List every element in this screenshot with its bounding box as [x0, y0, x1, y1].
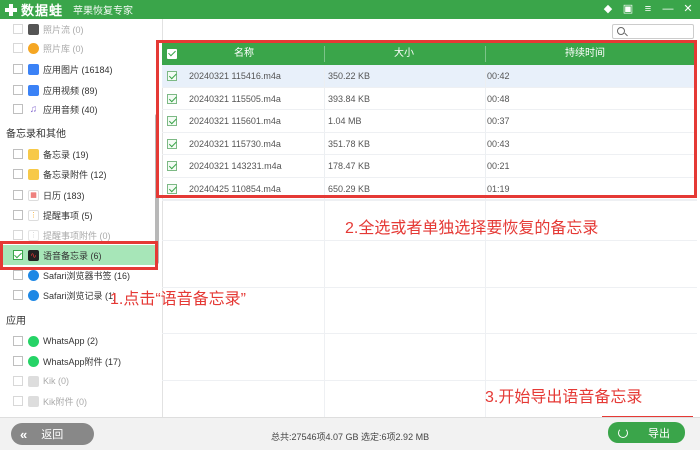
export-refresh-icon	[618, 427, 628, 438]
sidebar-item-label: WhatsApp (2)	[43, 336, 99, 346]
category-sidebar: 照片流 (0) 照片库 (0) 应用图片 (16184) 应用视频 (89) ♫…	[0, 19, 163, 417]
checkbox[interactable]	[13, 396, 23, 406]
checkbox[interactable]	[13, 336, 23, 346]
grid-line	[162, 200, 697, 201]
checkbox[interactable]	[13, 43, 23, 53]
app-window: 数据蛙 苹果恢复专家 ◆ ▣ ≡ — ✕ 照片流 (0) 照片库 (0) 应用图…	[0, 0, 700, 450]
sidebar-item-label: 照片库 (0)	[43, 43, 84, 54]
sidebar-item-label: 照片流 (0)	[43, 24, 84, 35]
checkbox[interactable]	[13, 270, 23, 280]
checkbox[interactable]	[13, 104, 23, 114]
grid-line	[162, 380, 697, 381]
safari-history-icon	[28, 289, 39, 301]
status-summary: 总共:27546项4.07 GB 选定:6项2.92 MB	[271, 432, 430, 442]
app-video-icon	[28, 84, 39, 96]
annotation-step2: 2.全选或者单独选择要恢复的备忘录	[345, 220, 599, 237]
checkbox[interactable]	[13, 210, 23, 220]
sidebar-item-whatsapp[interactable]: WhatsApp (2)	[0, 331, 158, 351]
sidebar-item-label: WhatsApp附件 (17)	[43, 356, 122, 367]
sidebar-item-label: 提醒事项 (5)	[43, 210, 93, 221]
bottom-bar: « 返回 总共:27546项4.07 GB 选定:6项2.92 MB 导出	[0, 417, 700, 450]
sidebar-item-label: 应用音频 (40)	[43, 104, 98, 115]
sidebar-item-app-audio[interactable]: ♫ 应用音频 (40)	[0, 99, 158, 119]
section-heading-apps: 应用	[6, 316, 26, 327]
app-subtitle: 苹果恢复专家	[73, 6, 134, 17]
app-photos-icon	[28, 63, 39, 75]
checkbox[interactable]	[13, 85, 23, 95]
sidebar-item-label: Safari浏览器书签 (16)	[43, 270, 131, 281]
annotation-step1: 1.点击“语音备忘录”	[110, 291, 247, 308]
sidebar-item-label: 日历 (183)	[43, 190, 85, 201]
sidebar-item-calendar[interactable]: ▦ 日历 (183)	[0, 185, 158, 205]
sidebar-item-app-photos[interactable]: 应用图片 (16184)	[0, 59, 158, 79]
sidebar-item-label: Kik附件 (0)	[43, 396, 88, 407]
shirt-icon[interactable]: ▣	[622, 2, 634, 16]
checkbox[interactable]	[13, 376, 23, 386]
sidebar-item-label: 应用视频 (89)	[43, 85, 98, 96]
minimize-icon[interactable]: —	[662, 2, 674, 16]
notes-icon	[28, 148, 39, 160]
whatsapp-icon	[28, 335, 39, 347]
back-button-label: 返回	[41, 429, 64, 441]
annotation-box-voice-memo	[0, 241, 158, 270]
sidebar-item-label: 提醒事项附件 (0)	[43, 230, 111, 241]
checkbox[interactable]	[13, 169, 23, 179]
whatsapp-attachment-icon	[28, 355, 39, 367]
window-controls: ◆ ▣ ≡ — ✕	[602, 2, 694, 16]
kik-attachment-icon	[28, 395, 39, 407]
search-input[interactable]	[612, 24, 694, 39]
double-chevron-left-icon: «	[20, 426, 28, 442]
sidebar-item-kik-attachment[interactable]: Kik附件 (0)	[0, 391, 158, 411]
checkbox[interactable]	[13, 24, 23, 34]
grid-line	[162, 333, 697, 334]
annotation-step3: 3.开始导出语音备忘录	[485, 389, 643, 406]
grid-line	[324, 200, 325, 417]
sidebar-item-label: 应用图片 (16184)	[43, 64, 113, 75]
sidebar-item-label: Safari浏览记录 (1)	[43, 290, 117, 301]
export-button[interactable]: 导出	[608, 422, 685, 443]
diamond-icon[interactable]: ◆	[602, 2, 614, 16]
sidebar-item-app-video[interactable]: 应用视频 (89)	[0, 80, 158, 100]
checkbox[interactable]	[13, 190, 23, 200]
sidebar-item-photo-stream[interactable]: 照片流 (0)	[0, 19, 158, 39]
sidebar-item-notes-attachment[interactable]: 备忘录附件 (12)	[0, 164, 158, 184]
checkbox[interactable]	[13, 230, 23, 240]
plus-logo-icon	[4, 3, 18, 17]
kik-icon	[28, 375, 39, 387]
photo-library-icon	[28, 42, 39, 54]
grid-line	[162, 240, 697, 241]
sidebar-item-label: Kik (0)	[43, 376, 70, 386]
notes-attachment-icon	[28, 168, 39, 180]
safari-icon	[28, 269, 39, 281]
checkbox[interactable]	[13, 356, 23, 366]
sidebar-item-kik[interactable]: Kik (0)	[0, 371, 158, 391]
back-button[interactable]: « 返回	[11, 423, 94, 445]
reminders-attachment-icon: ⋮	[28, 229, 39, 241]
sidebar-item-label: 备忘录 (19)	[43, 149, 89, 160]
annotation-box-table	[156, 40, 697, 198]
app-logo: 数据蛙	[4, 0, 63, 19]
checkbox[interactable]	[13, 290, 23, 300]
sidebar-item-whatsapp-attachment[interactable]: WhatsApp附件 (17)	[0, 351, 158, 371]
app-audio-icon: ♫	[28, 103, 39, 115]
close-icon[interactable]: ✕	[682, 2, 694, 16]
photo-stream-icon	[28, 23, 39, 35]
sidebar-item-label: 备忘录附件 (12)	[43, 169, 107, 180]
checkbox[interactable]	[13, 149, 23, 159]
menu-icon[interactable]: ≡	[642, 2, 654, 16]
sidebar-item-reminders[interactable]: ⋮ 提醒事项 (5)	[0, 205, 158, 225]
logo-text: 数据蛙	[21, 3, 64, 18]
checkbox[interactable]	[13, 64, 23, 74]
title-bar: 数据蛙 苹果恢复专家 ◆ ▣ ≡ — ✕	[0, 0, 700, 19]
section-heading-notes: 备忘录和其他	[6, 129, 66, 140]
export-button-label: 导出	[648, 427, 670, 440]
sidebar-item-notes[interactable]: 备忘录 (19)	[0, 144, 158, 164]
sidebar-item-photo-library[interactable]: 照片库 (0)	[0, 38, 158, 58]
reminders-icon: ⋮	[28, 209, 39, 221]
calendar-icon: ▦	[28, 189, 39, 201]
search-icon	[617, 27, 625, 35]
